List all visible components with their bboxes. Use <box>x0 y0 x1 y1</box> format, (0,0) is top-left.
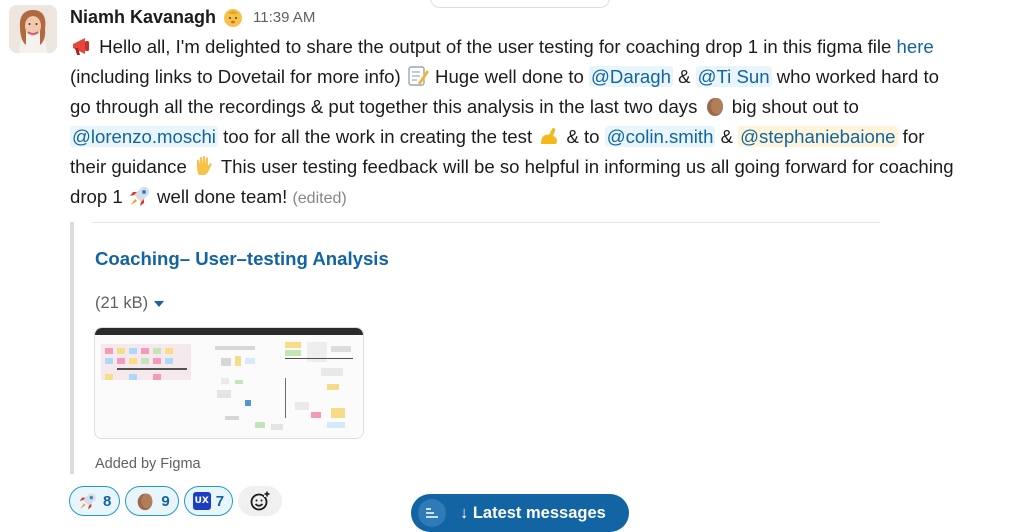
avatar[interactable] <box>9 5 57 53</box>
add-reaction-button[interactable] <box>238 486 283 516</box>
flexed-biceps-icon <box>537 124 561 148</box>
attachment-title[interactable]: Coaching– User–testing Analysis <box>95 248 389 270</box>
author-name[interactable]: Niamh Kavanagh <box>70 7 216 28</box>
message-line: go through all the recordings & put toge… <box>70 92 1032 122</box>
latest-messages-label: ↓ Latest messages <box>460 503 606 522</box>
message-line: Hello all, I'm delighted to share the ou… <box>70 32 1032 62</box>
message-text: & to <box>561 126 605 147</box>
reaction-count: 8 <box>103 492 112 510</box>
latest-messages-button[interactable]: ↓ Latest messages <box>411 494 629 532</box>
chevron-down-icon[interactable] <box>154 300 165 307</box>
edited-label: (edited) <box>292 190 347 207</box>
attachment-thumbnail[interactable] <box>94 327 364 439</box>
message-line: their guidance This user testing feedbac… <box>70 152 1032 182</box>
mention-daragh[interactable]: @Daragh <box>589 66 673 87</box>
message-text: (including links to Dovetail for more in… <box>70 66 406 87</box>
timestamp[interactable]: 11:39 AM <box>253 9 315 26</box>
reaction-rocket[interactable]: 8 <box>69 486 121 516</box>
mention-lorenzo-moschi[interactable]: @lorenzo.moschi <box>70 126 218 147</box>
message-line: drop 1 well done team! (edited) <box>70 182 1032 212</box>
message-text: & <box>672 66 696 87</box>
message-text: Hello all, I'm delighted to share the ou… <box>99 36 897 57</box>
reaction-clap[interactable]: 9 <box>125 486 179 516</box>
reaction-count: 7 <box>215 492 225 510</box>
rocket-icon <box>128 184 152 208</box>
top-floating-bar <box>430 0 610 8</box>
message-line: @lorenzo.moschi too for all the work in … <box>70 122 1032 152</box>
mention-stephaniebaione[interactable]: @stephaniebaione <box>738 126 898 147</box>
figma-file-link[interactable]: here <box>897 36 934 57</box>
figma-attachment: Coaching– User–testing Analysis (21 kB) <box>70 222 884 474</box>
memo-icon <box>406 64 430 88</box>
add-emoji-icon <box>250 491 271 511</box>
mention-colin-smith[interactable]: @colin.smith <box>604 126 716 147</box>
attachment-size: (21 kB) <box>95 294 165 313</box>
megaphone-icon <box>70 34 94 58</box>
message-text: & <box>715 126 739 147</box>
baby-face-icon[interactable] <box>222 6 244 28</box>
rocket-icon <box>79 493 96 510</box>
message-line: (including links to Dovetail for more in… <box>70 62 1032 92</box>
message-text: This user testing feedback will be so he… <box>215 156 954 177</box>
attachment-size-label: (21 kB) <box>95 294 149 312</box>
message-text: for <box>897 126 925 147</box>
ux-icon: UX <box>192 492 211 510</box>
message-text: who worked hard to <box>771 66 940 87</box>
message-header: Niamh Kavanagh 11:39 AM <box>70 4 315 30</box>
reactions-bar: 8 9 UX 7 <box>69 486 283 516</box>
message-text: too for all the work in creating the tes… <box>217 126 538 147</box>
message-text: go through all the recordings & put toge… <box>70 96 703 117</box>
message-text: their guidance <box>70 156 192 177</box>
message-text: Huge well done to <box>429 66 590 87</box>
raised-hand-icon <box>192 154 216 178</box>
attachment-footer: Added by Figma <box>95 456 201 472</box>
message-text: well done team! <box>151 186 293 207</box>
message-body: Hello all, I'm delighted to share the ou… <box>70 32 1032 212</box>
clap-icon <box>138 493 153 511</box>
mention-ti-sun[interactable]: @Ti Sun <box>695 66 772 87</box>
message-text: big shout out to <box>726 96 859 117</box>
message-text: drop 1 <box>70 186 128 207</box>
reaction-count: 9 <box>161 492 170 510</box>
reaction-ux[interactable]: UX 7 <box>183 486 234 516</box>
clap-icon <box>703 94 727 118</box>
